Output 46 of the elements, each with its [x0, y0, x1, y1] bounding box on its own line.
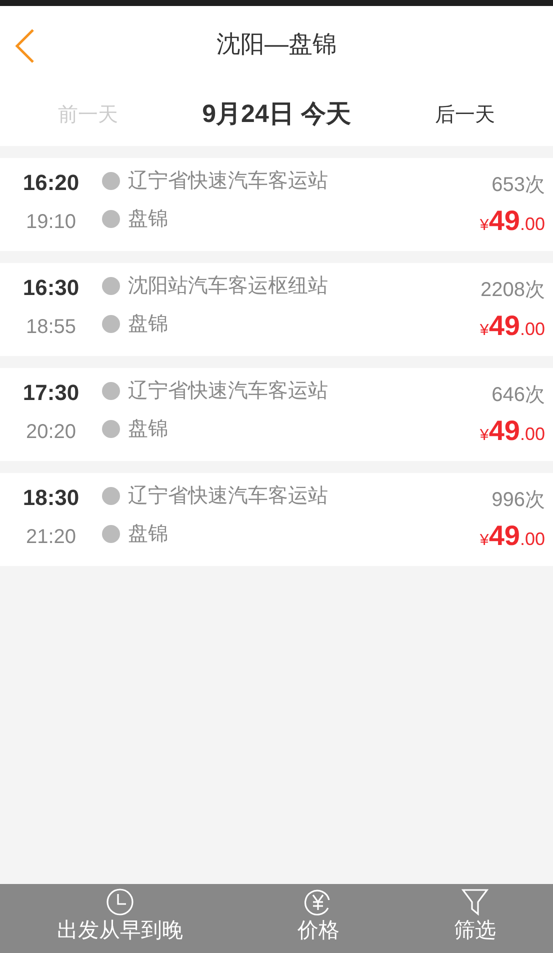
destination-dot	[102, 420, 120, 438]
destination-dot	[102, 210, 120, 228]
departure-station: 沈阳站汽车客运枢纽站	[128, 274, 328, 299]
trip-count: 646次	[492, 383, 545, 408]
arrival-time: 21:20	[26, 525, 76, 550]
origin-dot	[102, 172, 120, 190]
departure-time: 18:30	[22, 484, 80, 512]
filter-icon	[460, 888, 489, 916]
trip-card[interactable]: 16:20 19:10 辽宁省快速汽车客运站 盘锦 653次 ¥49.00	[0, 158, 553, 251]
trip-card[interactable]: 18:30 21:20 辽宁省快速汽车客运站 盘锦 996次 ¥49.00	[0, 473, 553, 566]
arrival-station: 盘锦	[128, 522, 168, 547]
arrival-station: 盘锦	[128, 417, 168, 442]
route-title: 沈阳—盘锦	[216, 30, 336, 60]
arrival-time: 20:20	[26, 420, 76, 445]
yen-icon	[304, 888, 332, 916]
departure-station: 辽宁省快速汽车客运站	[128, 379, 328, 404]
trip-count: 2208次	[480, 278, 545, 303]
arrival-time: 18:55	[26, 315, 76, 340]
destination-dot	[102, 525, 120, 543]
departure-station: 辽宁省快速汽车客运站	[128, 484, 328, 509]
departure-time: 16:20	[22, 169, 80, 197]
departure-time: 17:30	[22, 379, 80, 407]
arrival-time: 19:10	[26, 210, 76, 235]
sort-button[interactable]: 价格	[297, 916, 340, 944]
trip-count: 996次	[492, 488, 545, 513]
price: ¥49.00	[480, 519, 545, 553]
trip-count: 653次	[492, 173, 545, 198]
back-icon[interactable]	[14, 28, 36, 64]
origin-dot	[102, 277, 120, 295]
filter-button[interactable]: 筛选	[454, 916, 496, 944]
trip-card[interactable]: 17:30 20:20 辽宁省快速汽车客运站 盘锦 646次 ¥49.00	[0, 368, 553, 461]
sort-button[interactable]: 出发从早到晚	[57, 916, 184, 944]
price: ¥49.00	[480, 204, 545, 238]
next-day-button[interactable]: 后一天	[434, 100, 495, 130]
departure-station: 辽宁省快速汽车客运站	[128, 169, 328, 194]
departure-time: 16:30	[22, 274, 80, 302]
arrival-station: 盘锦	[128, 312, 168, 337]
current-date: 9月24日 今天	[202, 99, 351, 130]
price: ¥49.00	[480, 414, 545, 448]
destination-dot	[102, 315, 120, 333]
origin-dot	[102, 487, 120, 505]
price: ¥49.00	[480, 309, 545, 343]
trip-card[interactable]: 16:30 18:55 沈阳站汽车客运枢纽站 盘锦 2208次 ¥49.00	[0, 263, 553, 356]
origin-dot	[102, 382, 120, 400]
arrival-station: 盘锦	[128, 207, 168, 232]
clock-icon	[106, 888, 134, 916]
